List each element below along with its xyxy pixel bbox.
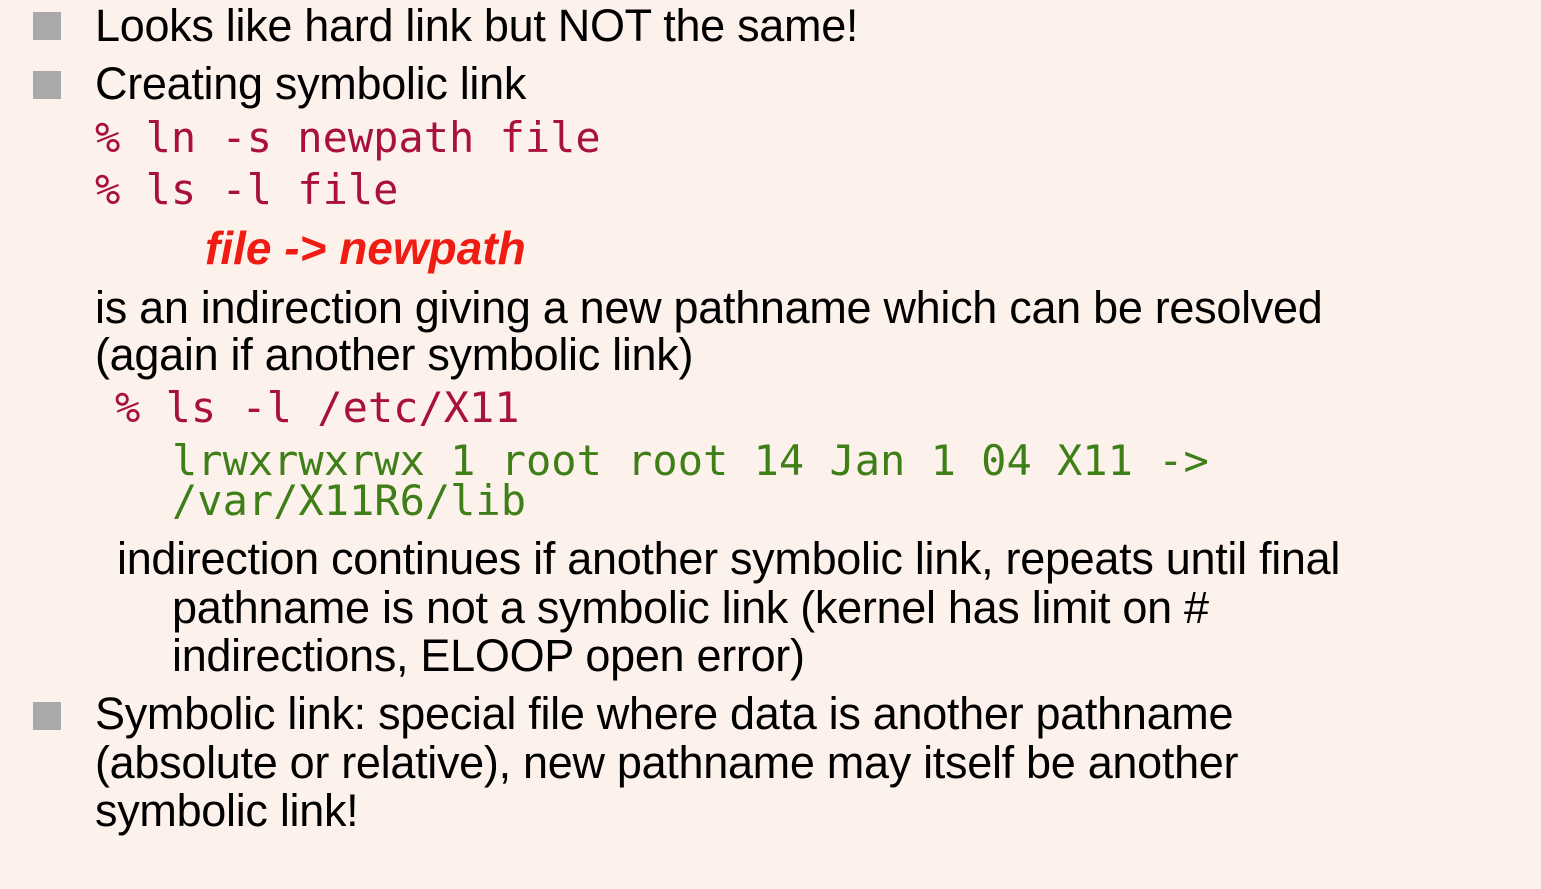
- continuation-line: indirections, ELOOP open error): [172, 630, 805, 681]
- command-ls-file: % ls -l file: [95, 165, 399, 214]
- symlink-result: file -> newpath: [205, 222, 526, 274]
- bullet-text-hard-link: Looks like hard link but NOT the same!: [95, 0, 859, 51]
- bullet-text-symlink-definition: (absolute or relative), new pathname may…: [95, 737, 1239, 788]
- bullet-text-symlink-definition: Symbolic link: special file where data i…: [95, 688, 1234, 739]
- bullet-square-icon: [33, 12, 61, 40]
- continuation-line: pathname is not a symbolic link (kernel …: [172, 582, 1209, 633]
- bullet-square-icon: [33, 71, 61, 99]
- command-ln: % ln -s newpath file: [95, 113, 601, 162]
- explanation-line: (again if another symbolic link): [95, 329, 694, 380]
- explanation-line: is an indirection giving a new pathname …: [95, 282, 1323, 333]
- command-ls-x11: % ls -l /etc/X11: [115, 383, 520, 432]
- slide: Looks like hard link but NOT the same! C…: [0, 0, 1541, 889]
- bullet-text-symlink-definition: symbolic link!: [95, 785, 359, 836]
- continuation-line: indirection continues if another symboli…: [117, 533, 1341, 584]
- ls-output-line: /var/X11R6/lib: [172, 476, 527, 525]
- bullet-text-creating-symlink: Creating symbolic link: [95, 58, 527, 109]
- bullet-square-icon: [33, 702, 61, 730]
